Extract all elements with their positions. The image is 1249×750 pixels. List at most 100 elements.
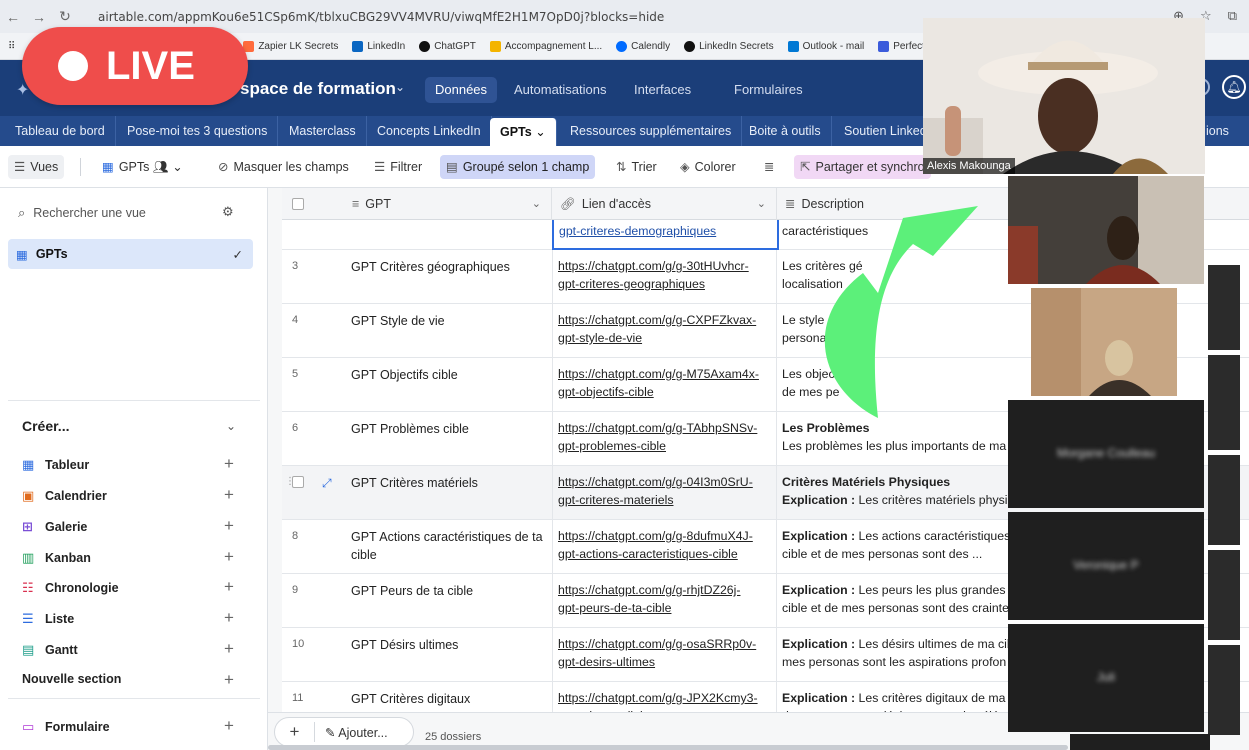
gpt-name-cell[interactable]: GPT Style de vie	[351, 312, 551, 330]
url-input[interactable]: airtable.com/appmKou6e51CSp6mK/tblxuCBG2…	[98, 10, 664, 24]
bookmark-0[interactable]: Zapier LK Secrets	[243, 40, 338, 52]
bookmark-1[interactable]: LinkedIn	[352, 40, 405, 52]
participant-video-tile[interactable]	[1031, 288, 1177, 396]
create-kanban[interactable]: ▥ Kanban	[22, 548, 91, 568]
base-title[interactable]: space de formation	[240, 79, 396, 99]
view-switcher[interactable]: ▦ GPTs 👥︎ ⌄	[96, 155, 189, 179]
add-record-button[interactable]: +	[275, 722, 315, 742]
plus-icon[interactable]: +	[224, 577, 234, 597]
create-galerie[interactable]: ⊞ Galerie	[22, 517, 87, 537]
link-cell[interactable]: https://chatgpt.com/g/g-8dufmuX4J-gpt-ac…	[552, 520, 777, 574]
expand-icon[interactable]: ⤢	[322, 476, 332, 491]
bell-icon[interactable]: 🔔︎	[1222, 75, 1246, 99]
sort-button[interactable]: ⇅ Trier	[610, 155, 663, 179]
reload-icon[interactable]: ↻	[52, 8, 78, 25]
description-cell[interactable]: Explication : Les actions caractéristiqu…	[782, 527, 1022, 563]
tab-boite-outils[interactable]: Boite à outils	[739, 116, 832, 146]
bookmark-2[interactable]: ChatGPT	[419, 40, 476, 52]
view-search[interactable]: ⌕ Rechercher une vue	[18, 205, 146, 221]
plus-icon[interactable]: +	[224, 639, 234, 659]
select-all-checkbox[interactable]	[292, 198, 304, 210]
plus-icon[interactable]: +	[224, 670, 234, 690]
link-cell[interactable]: https://chatgpt.com/g/g-M75Axam4x-gpt-ob…	[552, 358, 777, 412]
participant-video-tile[interactable]: Veronique P	[1008, 512, 1204, 620]
gpt-name-cell[interactable]: GPT Désirs ultimes	[351, 636, 551, 654]
description-cell[interactable]: Les Problèmes Les problèmes les plus impo…	[782, 419, 1022, 455]
forward-icon[interactable]: →	[26, 9, 52, 25]
gpt-name-cell[interactable]: GPT Actions caractéristiques de ta cible	[351, 528, 551, 564]
row-checkbox[interactable]	[292, 476, 304, 488]
create-liste[interactable]: ☰ Liste	[22, 609, 74, 629]
gpt-name-cell[interactable]: GPT Peurs de ta cible	[351, 582, 551, 600]
chevron-down-icon[interactable]: ⌄	[535, 125, 545, 139]
gpt-name-cell[interactable]: GPT Critères digitaux	[351, 690, 551, 708]
plus-icon[interactable]: +	[224, 608, 234, 628]
nav-interfaces[interactable]: Interfaces	[624, 77, 701, 103]
participant-video-tile[interactable]: Juli	[1008, 624, 1204, 732]
bookmark-4[interactable]: Calendly	[616, 40, 670, 52]
row-height-button[interactable]: ≣	[758, 155, 785, 179]
create-gantt[interactable]: ▤ Gantt	[22, 640, 78, 660]
create-chronologie[interactable]: ☷ Chronologie	[22, 578, 119, 598]
bookmark-6[interactable]: Outlook - mail	[787, 40, 864, 52]
create-formulaire[interactable]: ▭ Formulaire	[22, 717, 110, 737]
bookmark-3[interactable]: Accompagnement L...	[489, 40, 602, 52]
column-lien[interactable]: 🔗︎ Lien d'accès ⌄	[552, 188, 777, 220]
tab-concepts-linkedin[interactable]: Concepts LinkedIn	[367, 116, 492, 146]
gpt-name-cell[interactable]: GPT Critères matériels	[351, 474, 551, 492]
chevron-down-icon[interactable]: ⌄	[395, 80, 405, 94]
create-tableur[interactable]: ▦ Tableur	[22, 455, 89, 475]
back-icon[interactable]: ←	[0, 9, 26, 25]
share-sync-button[interactable]: ⇱ Partager et synchro	[794, 155, 931, 179]
link-cell-selected[interactable]: gpt-criteres-demographiques	[552, 220, 779, 250]
link-cell[interactable]: https://chatgpt.com/g/g-rhjtDZ26j-gpt-pe…	[552, 574, 777, 628]
apps-icon[interactable]: ⠿	[8, 41, 15, 52]
plus-icon[interactable]: +	[224, 547, 234, 567]
nav-formulaires[interactable]: Formulaires	[724, 77, 813, 103]
column-gpt[interactable]: ≡ GPT ⌄	[344, 188, 552, 220]
plus-icon[interactable]: +	[224, 485, 234, 505]
host-video-tile[interactable]: Alexis Makounga	[923, 18, 1205, 174]
add-options-button[interactable]: ✎ Ajouter...	[315, 725, 388, 740]
filter-button[interactable]: ☰ Filtrer	[368, 155, 428, 179]
plus-icon[interactable]: +	[224, 516, 234, 536]
participant-video-tile[interactable]: Morgane Coulleau	[1008, 400, 1204, 508]
link-cell[interactable]: https://chatgpt.com/g/g-osaSRRp0v-gpt-de…	[552, 628, 777, 682]
search-input[interactable]: Rechercher une vue	[33, 206, 146, 220]
tab-pose-moi[interactable]: Pose-moi tes 3 questions	[117, 116, 279, 146]
create-calendrier[interactable]: ▣ Calendrier	[22, 486, 107, 506]
group-button[interactable]: ▤ Groupé selon 1 champ	[440, 155, 596, 179]
plus-icon[interactable]: +	[224, 454, 234, 474]
nav-donnees[interactable]: Données	[425, 77, 498, 103]
chevron-down-icon[interactable]: ⌄	[532, 188, 541, 220]
plus-icon[interactable]: +	[224, 716, 234, 736]
color-button[interactable]: ◈ Colorer	[674, 155, 742, 179]
tab-ressources[interactable]: Ressources supplémentaires	[560, 116, 743, 146]
new-section-button[interactable]: Nouvelle section	[22, 672, 121, 686]
link-cell[interactable]: https://chatgpt.com/g/g-CXPFZkvax-gpt-st…	[552, 304, 777, 358]
tab-masterclass[interactable]: Masterclass	[279, 116, 367, 146]
extensions-icon[interactable]: ⧉	[1228, 8, 1237, 24]
chevron-down-icon[interactable]: ⌄	[757, 188, 766, 220]
link-cell[interactable]: https://chatgpt.com/g/g-TAbhpSNSv-gpt-pr…	[552, 412, 777, 466]
tab-gpts[interactable]: GPTs ⌄	[490, 118, 557, 146]
tab-tableau-de-bord[interactable]: Tableau de bord	[5, 116, 116, 146]
description-cell[interactable]: Explication : Les peurs les plus grandes…	[782, 581, 1022, 617]
gpt-name-cell[interactable]: GPT Objectifs cible	[351, 366, 551, 384]
views-button[interactable]: ☰ Vues	[8, 155, 65, 179]
link-cell[interactable]: https://chatgpt.com/g/g-30tHUvhcr-gpt-cr…	[552, 250, 777, 304]
bookmark-5[interactable]: LinkedIn Secrets	[684, 40, 774, 52]
description-cell[interactable]: Critères Matériels Physiques Explication …	[782, 473, 1022, 509]
gpt-name-cell[interactable]: GPT Critères géographiques	[351, 258, 551, 276]
horizontal-scrollbar[interactable]	[268, 745, 1068, 750]
chevron-down-icon[interactable]: ⌄	[226, 419, 236, 433]
sidebar-item-gpts[interactable]: ▦ GPTs ✓	[8, 239, 253, 269]
gear-icon[interactable]: ⚙	[222, 204, 234, 220]
description-cell[interactable]: Explication : Les désirs ultimes de ma c…	[782, 635, 1022, 671]
gpt-name-cell[interactable]: GPT Problèmes cible	[351, 420, 551, 438]
nav-automatisations[interactable]: Automatisations	[504, 77, 617, 103]
hide-fields-button[interactable]: ⊘ Masquer les champs	[212, 155, 355, 179]
participant-video-tile[interactable]	[1008, 176, 1204, 284]
link-cell[interactable]: https://chatgpt.com/g/g-04I3m0SrU-gpt-cr…	[552, 466, 777, 520]
create-section-title[interactable]: Créer...	[22, 418, 69, 434]
